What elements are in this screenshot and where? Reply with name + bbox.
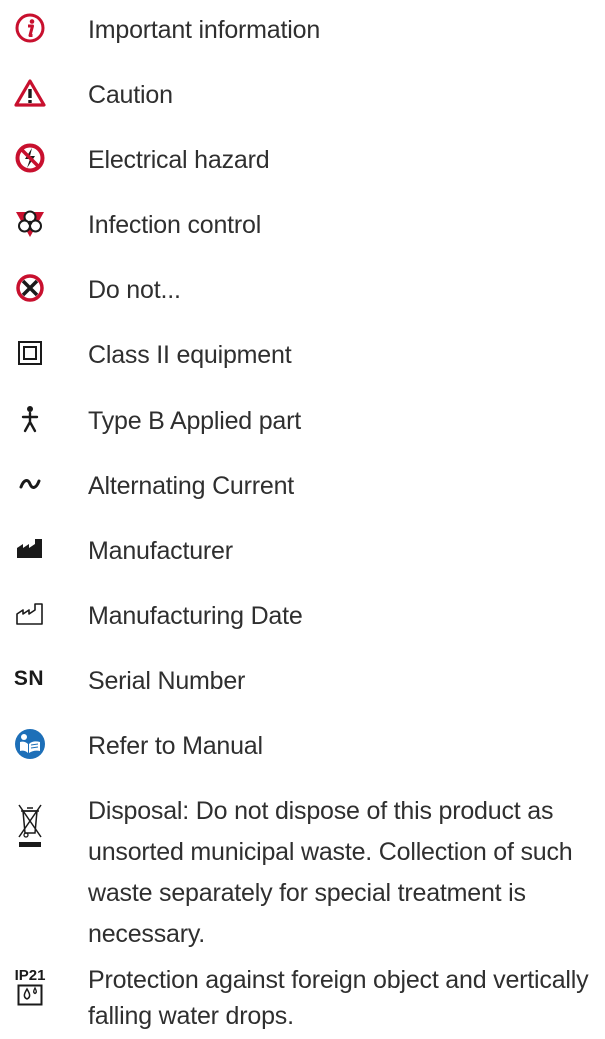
type-b-applied-part-icon xyxy=(14,403,46,435)
symbol-label: Do not... xyxy=(88,276,181,304)
symbol-label: Serial Number xyxy=(88,667,246,695)
symbol-label: Caution xyxy=(88,81,173,109)
serial-number-icon: SN xyxy=(8,663,50,695)
symbol-label: Electrical hazard xyxy=(88,146,270,174)
important-information-icon xyxy=(14,12,46,44)
ip21-label: IP21 xyxy=(14,967,46,984)
symbol-label: Important information xyxy=(88,16,321,44)
electrical-hazard-icon xyxy=(14,142,46,174)
biohazard-icon xyxy=(14,207,46,239)
symbol-label: Disposal: Do not dispose of this product… xyxy=(88,797,573,948)
symbol-label: Alternating Current xyxy=(88,472,295,500)
symbol-label: Infection control xyxy=(88,211,262,239)
symbol-label: Protection against foreign object and ve… xyxy=(88,966,589,1030)
symbol-label: Refer to Manual xyxy=(88,732,263,760)
prohibition-icon xyxy=(14,272,46,304)
symbol-label: Manufacturing Date xyxy=(88,602,303,630)
refer-to-manual-icon xyxy=(14,728,46,760)
weee-disposal-icon xyxy=(14,799,46,851)
symbol-label: Type B Applied part xyxy=(88,407,302,435)
ip21-protection-icon: IP21 xyxy=(14,966,46,1008)
alternating-current-icon xyxy=(14,468,46,500)
manufacturer-icon xyxy=(14,533,46,565)
symbol-label: Manufacturer xyxy=(88,537,233,565)
manufacturing-date-icon xyxy=(14,598,46,630)
symbol-label: Class II equipment xyxy=(88,341,292,369)
caution-icon xyxy=(14,77,46,109)
serial-number-icon-text: SN xyxy=(13,667,45,690)
class-ii-equipment-icon xyxy=(14,337,46,369)
symbol-legend: { "symbols": [ {"icon": "important-infor… xyxy=(0,0,605,1039)
